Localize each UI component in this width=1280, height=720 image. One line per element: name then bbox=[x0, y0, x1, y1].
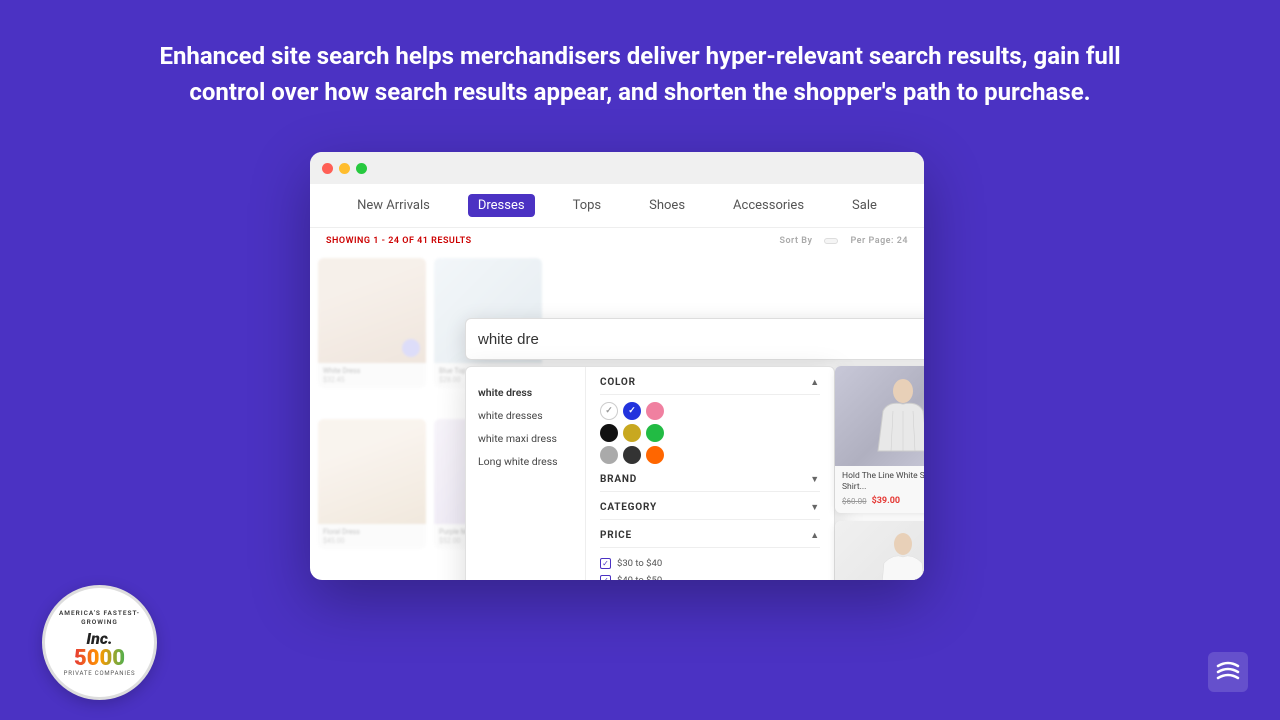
site-nav: New Arrivals Dresses Tops Shoes Accessor… bbox=[310, 184, 924, 228]
price-range-2[interactable]: ✓ $40 to $50 bbox=[600, 572, 820, 580]
sift-icon-svg bbox=[1208, 652, 1248, 692]
popup-product-3[interactable]: White Sundress $55.00 $35.00 bbox=[835, 521, 924, 580]
headline-text: Enhanced site search helps merchandisers… bbox=[100, 38, 1180, 110]
brand-filter-section: BRAND ▼ bbox=[600, 474, 820, 492]
swatch-pink[interactable] bbox=[646, 402, 664, 420]
inc-5000-number: 5000 bbox=[74, 648, 125, 670]
browser-window: New Arrivals Dresses Tops Shoes Accessor… bbox=[310, 152, 924, 580]
inc-5000-badge: AMERICA'S FASTEST-GROWING Inc. 5000 PRIV… bbox=[42, 585, 157, 700]
color-swatches-row3 bbox=[600, 446, 820, 464]
browser-titlebar bbox=[310, 152, 924, 184]
popup-product-1-name: Hold The Line White Striped T-Shirt... bbox=[842, 471, 924, 493]
price-chevron-icon: ▲ bbox=[810, 530, 820, 541]
window-close-dot[interactable] bbox=[322, 163, 333, 174]
price-filter-section: PRICE ▲ ✓ $30 to $40 ✓ $40 to $50 bbox=[600, 530, 820, 580]
search-bar: 🔍 bbox=[465, 318, 924, 360]
popup-product-1-info: Hold The Line White Striped T-Shirt... $… bbox=[835, 466, 924, 513]
price-range-1[interactable]: ✓ $30 to $40 bbox=[600, 555, 820, 572]
popup-product-1[interactable]: Hold The Line White Striped T-Shirt... $… bbox=[835, 366, 924, 513]
bg-product-3-img bbox=[318, 419, 426, 524]
suggestion-long-white[interactable]: Long white dress bbox=[478, 450, 573, 473]
suggestion-white-dresses[interactable]: white dresses bbox=[478, 404, 573, 427]
search-popup-container: 🔍 white dress white dresses white maxi d… bbox=[465, 318, 924, 360]
headline-section: Enhanced site search helps merchandisers… bbox=[0, 0, 1280, 132]
brand-chevron-icon: ▼ bbox=[810, 474, 820, 485]
products-section: White Dress $32.45 Blue Top $28.00 bbox=[310, 250, 924, 580]
swatch-dark[interactable] bbox=[623, 446, 641, 464]
window-minimize-dot[interactable] bbox=[339, 163, 350, 174]
per-page-label: Per Page: 24 bbox=[850, 236, 908, 246]
bg-product-1-img bbox=[318, 258, 426, 363]
price-checkbox-1[interactable]: ✓ bbox=[600, 558, 611, 569]
swatch-white[interactable] bbox=[600, 402, 618, 420]
bg-product-1-info: White Dress $32.45 bbox=[318, 363, 426, 388]
swatch-black[interactable] bbox=[600, 424, 618, 442]
color-filter-header[interactable]: COLOR ▲ bbox=[600, 377, 820, 395]
bg-product-1-badge bbox=[402, 339, 420, 357]
category-chevron-icon: ▼ bbox=[810, 502, 820, 513]
sort-label: Sort By bbox=[779, 236, 812, 246]
color-swatches bbox=[600, 402, 820, 420]
search-dropdown-panel: white dress white dresses white maxi dre… bbox=[465, 366, 835, 580]
results-count: SHOWING 1 - 24 OF 41 RESULTS bbox=[326, 236, 472, 246]
nav-item-accessories[interactable]: Accessories bbox=[723, 194, 814, 217]
search-input[interactable] bbox=[466, 331, 924, 348]
inc-bottom-text: PRIVATE COMPANIES bbox=[54, 670, 146, 678]
filters-column: COLOR ▲ bbox=[586, 367, 834, 580]
swatch-gold[interactable] bbox=[623, 424, 641, 442]
suggestion-white-dress[interactable]: white dress bbox=[478, 381, 573, 404]
popup-product-1-price-sale: $39.00 bbox=[872, 496, 900, 506]
category-filter-section: CATEGORY ▼ bbox=[600, 502, 820, 520]
sift-logo bbox=[1208, 652, 1248, 692]
popup-products: Hold The Line White Striped T-Shirt... $… bbox=[835, 366, 924, 580]
popup-products-grid: Hold The Line White Striped T-Shirt... $… bbox=[835, 366, 924, 580]
suggestion-white-maxi[interactable]: white maxi dress bbox=[478, 427, 573, 450]
swatch-gray[interactable] bbox=[600, 446, 618, 464]
category-filter-header[interactable]: CATEGORY ▼ bbox=[600, 502, 820, 520]
price-filter-header[interactable]: PRICE ▲ bbox=[600, 530, 820, 548]
swatch-green[interactable] bbox=[646, 424, 664, 442]
popup-product-3-img bbox=[835, 521, 924, 580]
nav-item-new-arrivals[interactable]: New Arrivals bbox=[347, 194, 440, 217]
nav-item-tops[interactable]: Tops bbox=[563, 194, 612, 217]
nav-item-sale[interactable]: Sale bbox=[842, 194, 887, 217]
product-3-figure-svg bbox=[876, 531, 925, 580]
swatch-blue[interactable] bbox=[623, 402, 641, 420]
popup-product-1-price-original: $60.00 bbox=[842, 497, 867, 506]
color-swatches-row2 bbox=[600, 424, 820, 442]
bg-product-3: Floral Dress $45.00 bbox=[318, 419, 426, 549]
popup-product-1-img bbox=[835, 366, 924, 466]
results-area: SHOWING 1 - 24 OF 41 RESULTS Sort By Per… bbox=[310, 228, 924, 250]
browser-content: New Arrivals Dresses Tops Shoes Accessor… bbox=[310, 184, 924, 580]
brand-filter-header[interactable]: BRAND ▼ bbox=[600, 474, 820, 492]
bg-product-1: White Dress $32.45 bbox=[318, 258, 426, 388]
inc-top-text: AMERICA'S FASTEST-GROWING bbox=[45, 609, 154, 627]
product-1-figure-svg bbox=[873, 376, 924, 456]
color-filter-section: COLOR ▲ bbox=[600, 377, 820, 464]
suggestions-column: white dress white dresses white maxi dre… bbox=[466, 367, 586, 580]
window-maximize-dot[interactable] bbox=[356, 163, 367, 174]
inc-circle: AMERICA'S FASTEST-GROWING Inc. 5000 PRIV… bbox=[42, 585, 157, 700]
swatch-orange[interactable] bbox=[646, 446, 664, 464]
color-chevron-icon: ▲ bbox=[810, 377, 820, 388]
sort-value[interactable] bbox=[824, 238, 838, 244]
nav-item-shoes[interactable]: Shoes bbox=[639, 194, 695, 217]
price-checkbox-2[interactable]: ✓ bbox=[600, 575, 611, 580]
nav-item-dresses[interactable]: Dresses bbox=[468, 194, 535, 217]
bg-product-3-info: Floral Dress $45.00 bbox=[318, 524, 426, 549]
popup-product-1-price: $60.00 $39.00 bbox=[842, 496, 924, 506]
